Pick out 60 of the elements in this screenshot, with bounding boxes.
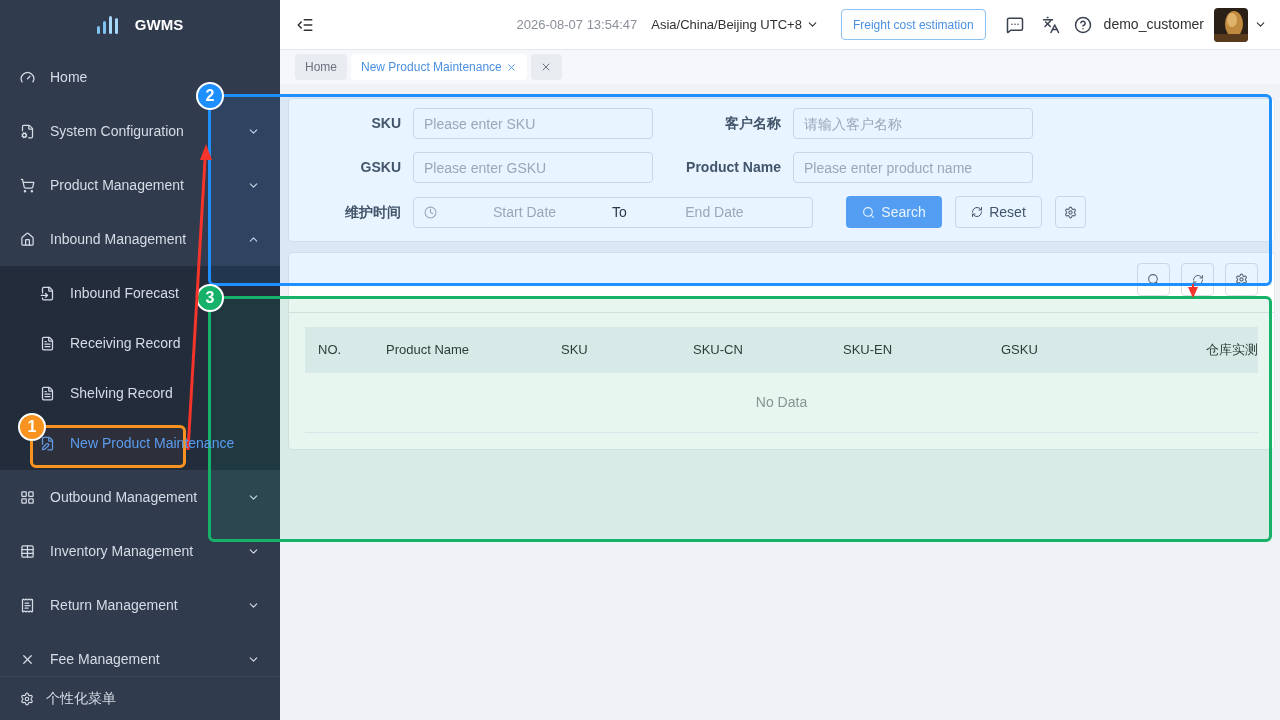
clock-icon — [424, 205, 437, 219]
submenu-item[interactable]: Inbound Forecast — [70, 282, 179, 304]
translate-icon[interactable] — [1041, 15, 1060, 34]
logo-text: GWMS — [134, 14, 184, 35]
refresh-icon — [1191, 273, 1204, 286]
document-icon — [40, 435, 55, 451]
customize-menu-link[interactable]: 个性化菜单 — [46, 688, 116, 709]
close-icon[interactable] — [505, 61, 517, 73]
reset-button[interactable]: Reset — [955, 196, 1042, 228]
menu-item[interactable]: Return Management — [50, 596, 178, 613]
username[interactable]: demo_customer — [1103, 14, 1204, 35]
settings-button[interactable] — [1225, 263, 1258, 296]
input-field[interactable]: Please enter product name — [793, 152, 1033, 183]
column-header: Product Name — [386, 341, 471, 360]
refresh-icon — [971, 206, 984, 218]
search-icon — [862, 205, 876, 219]
input-field[interactable]: 请输入客户名称 — [793, 108, 1033, 139]
search-button[interactable] — [1137, 263, 1170, 296]
message-icon[interactable] — [1005, 15, 1024, 34]
column-header: GSKU — [1001, 341, 1039, 360]
logo-icon — [96, 16, 119, 34]
document-icon — [40, 335, 55, 351]
settings-icon — [1235, 273, 1248, 286]
input-field[interactable]: Please enter SKU — [413, 108, 653, 139]
help-icon[interactable] — [1073, 15, 1092, 34]
input-field[interactable]: Please enter GSKU — [413, 152, 653, 183]
field-label: GSKU — [359, 158, 402, 177]
field-label: Product Name — [685, 158, 782, 177]
column-header: NO. — [318, 341, 343, 360]
end-date-placeholder: End Date — [684, 202, 745, 222]
menu-item[interactable]: Fee Management — [50, 650, 160, 667]
column-header: 仓库实测 — [1206, 341, 1258, 360]
timezone-select[interactable]: Asia/China/Beijing UTC+8 — [651, 14, 819, 35]
document-icon — [40, 285, 55, 301]
menu-item[interactable]: Product Management — [50, 176, 184, 193]
menu-item[interactable]: Inventory Management — [50, 542, 194, 559]
date-range-field[interactable]: Start Date To End Date — [413, 196, 813, 228]
menu-item[interactable]: Inbound Management — [50, 230, 187, 247]
search-icon — [1147, 273, 1160, 286]
column-header: SKU-EN — [843, 341, 894, 360]
field-label: 维护时间 — [344, 202, 402, 222]
column-header: SKU — [561, 341, 589, 360]
settings-icon[interactable] — [20, 691, 34, 706]
range-separator: To — [612, 202, 627, 222]
field-label: 客户名称 — [724, 114, 782, 133]
settings-button[interactable] — [1055, 196, 1086, 228]
submenu-item[interactable]: Shelving Record — [70, 382, 173, 404]
datetime: 2026-08-07 13:54:47 — [516, 15, 638, 34]
menu-item[interactable]: Outbound Management — [50, 488, 198, 505]
arrow — [1188, 283, 1198, 298]
menu-item[interactable]: System Configuration — [50, 122, 184, 139]
start-date-placeholder: Start Date — [492, 202, 558, 222]
column-header: SKU-CN — [693, 341, 744, 360]
menu-item[interactable]: Home — [50, 68, 88, 85]
submenu-item[interactable]: Receiving Record — [70, 332, 181, 354]
settings-icon — [1064, 205, 1077, 219]
field-label: SKU — [370, 114, 402, 133]
page-tab[interactable]: Home — [295, 54, 347, 80]
empty-text: No Data — [755, 393, 808, 412]
document-icon — [40, 385, 55, 401]
